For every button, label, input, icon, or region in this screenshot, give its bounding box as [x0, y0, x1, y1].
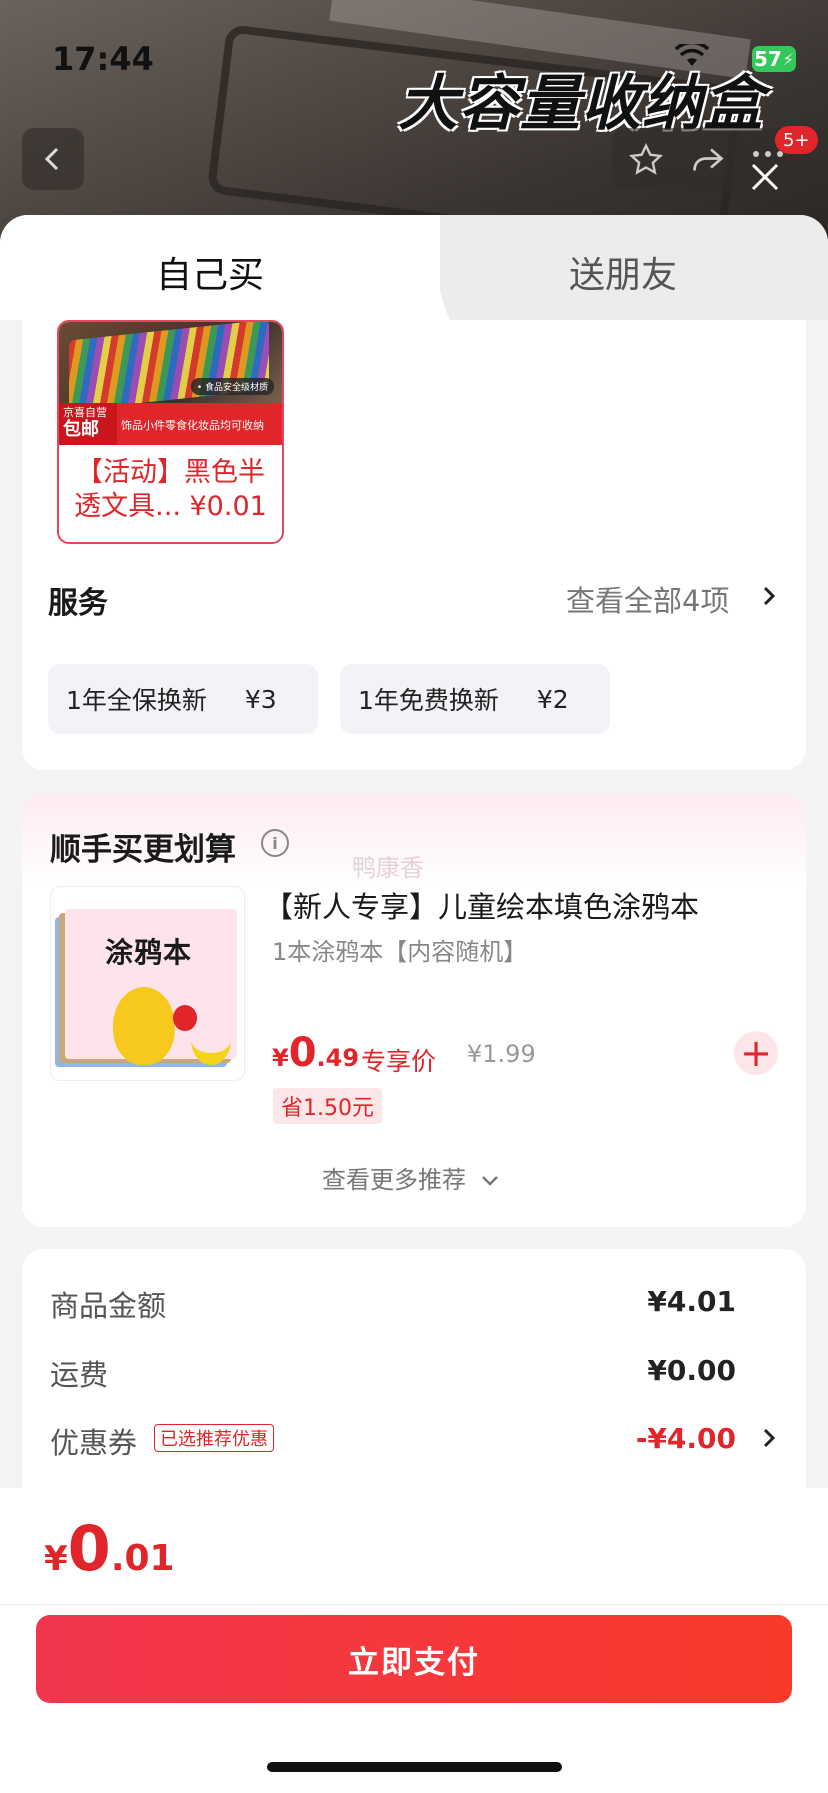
original-price: ¥1.99: [467, 1040, 536, 1068]
services-title: 服务: [48, 586, 108, 621]
recommend-item-name[interactable]: 【新人专享】儿童绘本填色涂鸦本: [264, 884, 699, 926]
tab-gift-to-friend[interactable]: 送朋友: [569, 246, 677, 298]
message-badge: 5+: [775, 126, 818, 154]
services-view-all[interactable]: 查看全部4项: [566, 578, 729, 620]
shipping-value: ¥0.00: [647, 1354, 736, 1387]
status-time: 17:44: [52, 40, 154, 78]
share-button[interactable]: [688, 140, 728, 180]
service-option-full-protection[interactable]: 1年全保换新 ¥3: [48, 664, 318, 734]
total-price: ¥0.01: [44, 1512, 175, 1585]
see-more-recommend[interactable]: 查看更多推荐: [322, 1160, 500, 1195]
exclusive-price-label: 专享价: [361, 1047, 437, 1076]
recommend-item-image[interactable]: 涂鸦本: [50, 886, 245, 1081]
wifi-icon: [675, 44, 709, 66]
watermark-text: 鸭康香: [352, 854, 424, 882]
add-to-order-button[interactable]: +: [734, 1031, 778, 1075]
favorite-button[interactable]: [626, 140, 666, 180]
close-icon[interactable]: [748, 160, 782, 194]
coupon-value[interactable]: -¥4.00: [486, 1422, 736, 1455]
coupon-label: 优惠券: [50, 1426, 138, 1460]
recommend-title: 顺手买更划算: [50, 832, 236, 868]
chevron-right-icon[interactable]: [758, 585, 780, 607]
product-thumbnail[interactable]: • 食品安全级材质 京喜自营 包邮 饰品小件零食化妆品均可收纳 【活动】黑色半透文…: [57, 320, 284, 544]
goods-amount-value: ¥4.01: [647, 1285, 736, 1318]
share-icon: [693, 148, 724, 171]
pay-now-button[interactable]: 立即支付: [36, 1615, 792, 1703]
coupon-selected-tag: 已选推荐优惠: [154, 1424, 274, 1452]
saving-badge: 省1.50元: [273, 1088, 382, 1124]
star-icon: [629, 142, 663, 175]
chevron-right-icon[interactable]: [758, 1427, 780, 1449]
product-name: 【活动】黑色半透文具... ¥0.01: [74, 457, 267, 522]
goods-amount-label: 商品金额: [50, 1289, 167, 1323]
product-banner-image: 大容量收纳盒: [0, 0, 828, 240]
shipping-label: 运费: [50, 1358, 109, 1392]
chevron-down-icon: [481, 1176, 498, 1186]
recommend-item-spec: 1本涂鸦本【内容随机】: [272, 938, 528, 966]
battery-indicator: 57 ⚡: [752, 46, 796, 72]
home-indicator: [267, 1762, 562, 1772]
recommend-item-price: ¥0.49: [272, 1030, 360, 1076]
info-icon[interactable]: i: [261, 829, 289, 857]
chevron-left-icon: [44, 147, 59, 171]
jd-self-badge: 京喜自营 包邮: [59, 403, 117, 445]
service-option-free-replace[interactable]: 1年免费换新 ¥2: [340, 664, 610, 734]
tab-buy-for-self[interactable]: 自己买: [156, 246, 264, 298]
back-button[interactable]: [22, 128, 84, 190]
